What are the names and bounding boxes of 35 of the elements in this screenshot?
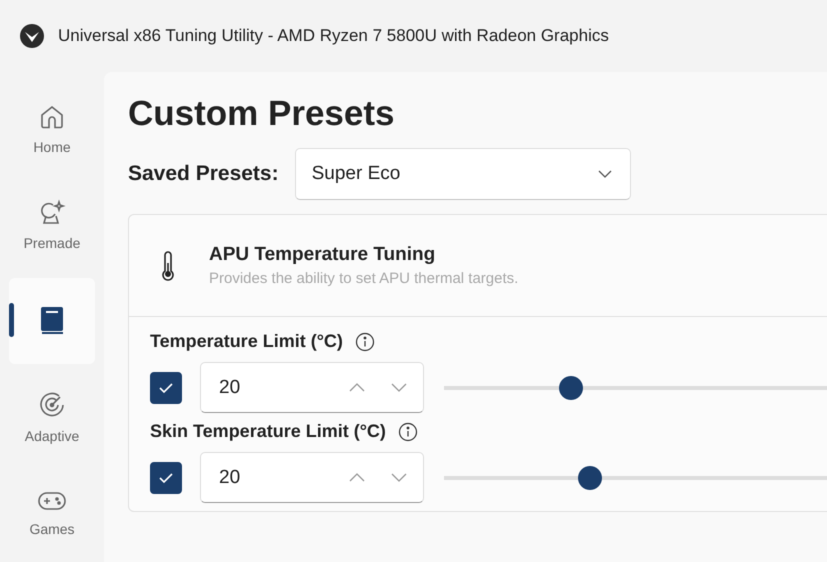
setting-label: Temperature Limit (°C) — [150, 331, 343, 352]
info-icon[interactable] — [354, 332, 375, 352]
nav-item[interactable] — [9, 278, 95, 364]
chevron-up-icon[interactable] — [349, 383, 365, 392]
gamepad-icon — [37, 489, 67, 513]
card-title: APU Temperature Tuning — [209, 244, 436, 266]
app-logo-icon — [20, 24, 44, 48]
home-icon — [38, 103, 66, 131]
slider-thumb[interactable] — [558, 376, 583, 400]
setting-label: Skin Temperature Limit (°C) — [150, 421, 386, 442]
chevron-down-icon[interactable] — [391, 383, 407, 392]
checkmark-icon — [158, 472, 174, 484]
nav-item[interactable]: Adaptive — [9, 374, 95, 460]
card-subtitle: Provides the ability to set APU thermal targets. — [209, 270, 518, 287]
info-icon[interactable] — [398, 422, 418, 442]
chevron-down-icon — [598, 170, 612, 178]
book-icon — [39, 306, 65, 336]
nav-item[interactable]: Home — [9, 86, 95, 172]
checkmark-icon — [158, 382, 174, 394]
checkbox[interactable] — [150, 372, 182, 404]
saved-presets-label: Saved Presets: — [128, 162, 279, 186]
crystal-ball-icon — [38, 199, 66, 227]
selection-indicator — [9, 303, 14, 337]
window-title: Universal x86 Tuning Utility - AMD Ryzen 7 5800U with Radeon Graphics — [58, 26, 609, 46]
checkbox[interactable] — [150, 462, 182, 494]
preset-dropdown[interactable]: Super Eco — [294, 148, 631, 200]
chevron-up-icon[interactable] — [349, 473, 365, 482]
number-field[interactable]: 20 — [200, 452, 424, 503]
slider-thumb[interactable] — [578, 466, 602, 490]
nav-item[interactable]: Games — [9, 470, 95, 556]
chevron-down-icon[interactable] — [391, 473, 407, 482]
page-title: Custom Presets — [128, 94, 396, 134]
thermometer-icon — [161, 250, 175, 280]
number-field[interactable]: 20 — [200, 362, 424, 413]
nav-item[interactable]: Premade — [9, 182, 95, 268]
